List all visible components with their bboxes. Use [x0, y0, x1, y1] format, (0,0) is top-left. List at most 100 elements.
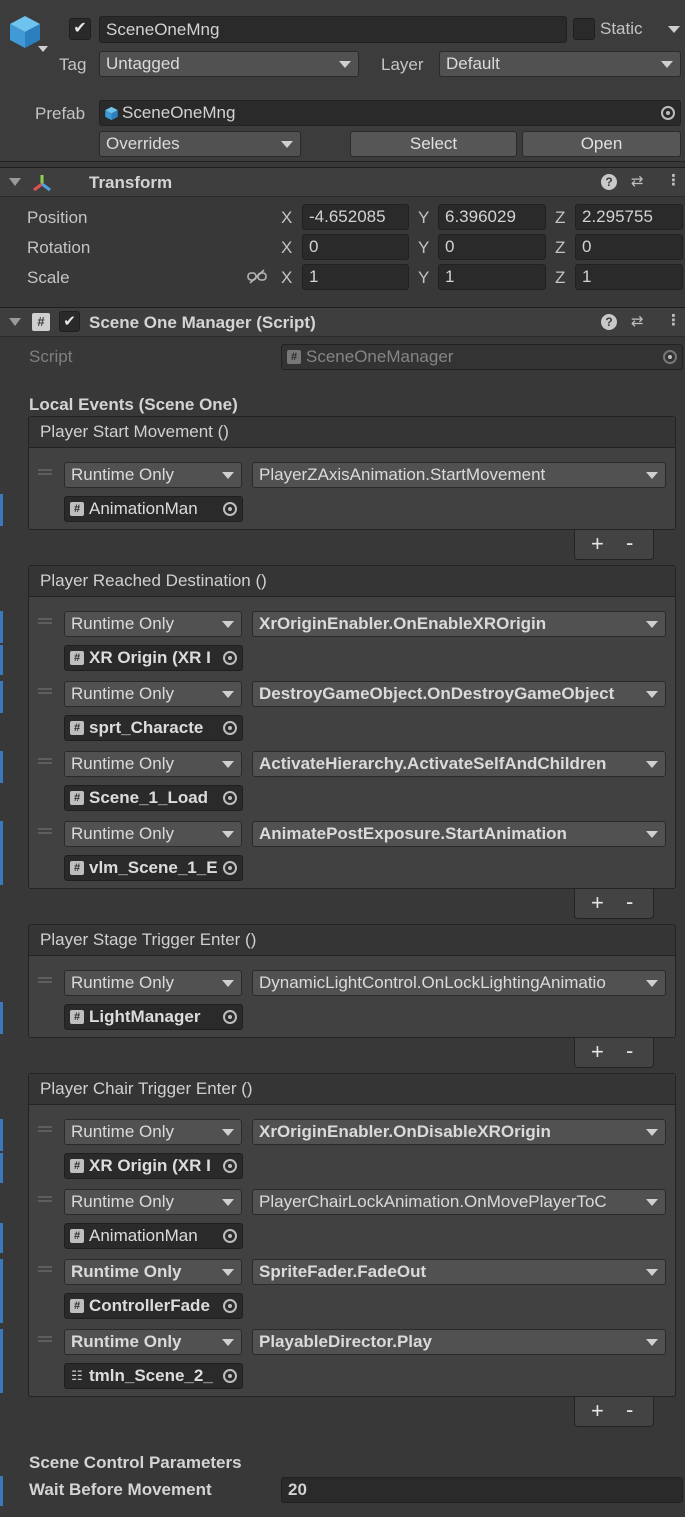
position-y-input[interactable]: 6.396029: [438, 204, 546, 230]
add-listener-button[interactable]: +: [591, 1038, 604, 1066]
function-dropdown[interactable]: PlayerZAxisAnimation.StartMovement: [252, 462, 666, 488]
more-menu-icon[interactable]: ⋮: [666, 311, 681, 329]
target-object-field[interactable]: # AnimationMan: [64, 1223, 243, 1249]
target-object-field[interactable]: # vlm_Scene_1_E: [64, 855, 243, 881]
scale-y-input[interactable]: 1: [438, 264, 546, 290]
runtime-dropdown[interactable]: Runtime Only: [64, 611, 242, 637]
add-listener-button[interactable]: +: [591, 1397, 604, 1425]
object-picker-icon[interactable]: [223, 1159, 237, 1173]
transform-title: Transform: [89, 173, 173, 192]
help-icon[interactable]: ?: [601, 174, 617, 190]
object-picker-icon[interactable]: [661, 106, 675, 120]
transform-header[interactable]: Transform ? ⇄ ⋮: [0, 167, 685, 197]
open-button[interactable]: Open: [522, 131, 681, 157]
position-x-input[interactable]: -4.652085: [302, 204, 409, 230]
gameobject-cube-icon[interactable]: [8, 14, 42, 50]
constrain-proportions-icon[interactable]: [247, 269, 267, 285]
script-component-header[interactable]: # ✔ Scene One Manager (Script) ? ⇄ ⋮: [0, 307, 685, 337]
help-icon[interactable]: ?: [601, 314, 617, 330]
rotation-y-input[interactable]: 0: [438, 234, 546, 260]
runtime-label: Runtime Only: [71, 614, 174, 633]
remove-listener-button[interactable]: -: [626, 1037, 633, 1065]
chevron-down-icon: [281, 141, 293, 148]
foldout-arrow-icon[interactable]: [9, 178, 21, 186]
remove-listener-button[interactable]: -: [626, 888, 633, 916]
runtime-dropdown[interactable]: Runtime Only: [64, 1119, 242, 1145]
foldout-arrow-icon[interactable]: [9, 318, 21, 326]
object-picker-icon[interactable]: [223, 1229, 237, 1243]
icon-dropdown-arrow[interactable]: [38, 46, 48, 52]
function-dropdown[interactable]: PlayableDirector.Play: [252, 1329, 666, 1355]
function-dropdown[interactable]: AnimatePostExposure.StartAnimation: [252, 821, 666, 847]
scale-x-input[interactable]: 1: [302, 264, 409, 290]
drag-handle[interactable]: [38, 758, 52, 764]
rotation-z-input[interactable]: 0: [575, 234, 683, 260]
select-button[interactable]: Select: [350, 131, 517, 157]
layer-label: Layer: [381, 55, 424, 74]
presets-icon[interactable]: ⇄: [631, 312, 644, 330]
drag-handle[interactable]: [38, 1126, 52, 1132]
function-dropdown[interactable]: DynamicLightControl.OnLockLightingAnimat…: [252, 970, 666, 996]
drag-handle[interactable]: [38, 828, 52, 834]
runtime-dropdown[interactable]: Runtime Only: [64, 821, 242, 847]
scale-z-input[interactable]: 1: [575, 264, 683, 290]
target-object-field[interactable]: # sprt_Characte: [64, 715, 243, 741]
runtime-dropdown[interactable]: Runtime Only: [64, 1189, 242, 1215]
target-object-field[interactable]: ☷ tmln_Scene_2_: [64, 1363, 243, 1389]
add-listener-button[interactable]: +: [591, 530, 604, 558]
more-menu-icon[interactable]: ⋮: [666, 171, 681, 189]
static-checkbox[interactable]: [573, 18, 595, 40]
prefab-field[interactable]: SceneOneMng: [99, 100, 681, 126]
function-dropdown[interactable]: XrOriginEnabler.OnEnableXROrigin: [252, 611, 666, 637]
function-dropdown[interactable]: PlayerChairLockAnimation.OnMovePlayerToC: [252, 1189, 666, 1215]
target-object-field[interactable]: # Scene_1_Load: [64, 785, 243, 811]
runtime-dropdown[interactable]: Runtime Only: [64, 462, 242, 488]
drag-handle[interactable]: [38, 469, 52, 475]
presets-icon[interactable]: ⇄: [631, 172, 644, 190]
object-picker-icon[interactable]: [223, 1369, 237, 1383]
drag-handle[interactable]: [38, 977, 52, 983]
drag-handle[interactable]: [38, 688, 52, 694]
target-object-field[interactable]: # XR Origin (XR I: [64, 1153, 243, 1179]
object-picker-icon[interactable]: [223, 1010, 237, 1024]
object-picker-icon[interactable]: [223, 791, 237, 805]
active-checkbox[interactable]: ✔: [69, 18, 91, 40]
rotation-x-input[interactable]: 0: [302, 234, 409, 260]
drag-handle[interactable]: [38, 1266, 52, 1272]
target-object-field[interactable]: # AnimationMan: [64, 496, 243, 522]
static-dropdown-arrow[interactable]: [668, 26, 680, 33]
target-object-field[interactable]: # LightManager: [64, 1004, 243, 1030]
object-picker-icon[interactable]: [223, 861, 237, 875]
drag-handle[interactable]: [38, 1196, 52, 1202]
drag-handle[interactable]: [38, 618, 52, 624]
target-object-field[interactable]: # XR Origin (XR I: [64, 645, 243, 671]
function-dropdown[interactable]: XrOriginEnabler.OnDisableXROrigin: [252, 1119, 666, 1145]
target-object-field[interactable]: # ControllerFade: [64, 1293, 243, 1319]
function-dropdown[interactable]: SpriteFader.FadeOut: [252, 1259, 666, 1285]
wait-before-movement-input[interactable]: 20: [281, 1477, 683, 1503]
object-picker-icon[interactable]: [223, 721, 237, 735]
add-listener-button[interactable]: +: [591, 889, 604, 917]
function-dropdown[interactable]: DestroyGameObject.OnDestroyGameObject: [252, 681, 666, 707]
runtime-dropdown[interactable]: Runtime Only: [64, 681, 242, 707]
function-dropdown[interactable]: ActivateHierarchy.ActivateSelfAndChildre…: [252, 751, 666, 777]
layer-dropdown[interactable]: Default: [439, 51, 681, 77]
object-name-input[interactable]: SceneOneMng: [99, 16, 567, 43]
add-remove-buttons: + -: [574, 1038, 654, 1068]
drag-handle[interactable]: [38, 1336, 52, 1342]
position-z-input[interactable]: 2.295755: [575, 204, 683, 230]
overrides-dropdown[interactable]: Overrides: [99, 131, 301, 157]
runtime-dropdown[interactable]: Runtime Only: [64, 1259, 242, 1285]
modified-indicator: [0, 1329, 3, 1393]
runtime-dropdown[interactable]: Runtime Only: [64, 970, 242, 996]
component-enabled-checkbox[interactable]: ✔: [59, 311, 80, 332]
remove-listener-button[interactable]: -: [626, 529, 633, 557]
object-picker-icon[interactable]: [223, 1299, 237, 1313]
object-picker-icon[interactable]: [223, 651, 237, 665]
modified-indicator: [0, 751, 3, 783]
remove-listener-button[interactable]: -: [626, 1396, 633, 1424]
runtime-dropdown[interactable]: Runtime Only: [64, 751, 242, 777]
tag-dropdown[interactable]: Untagged: [99, 51, 359, 77]
runtime-dropdown[interactable]: Runtime Only: [64, 1329, 242, 1355]
object-picker-icon[interactable]: [223, 502, 237, 516]
